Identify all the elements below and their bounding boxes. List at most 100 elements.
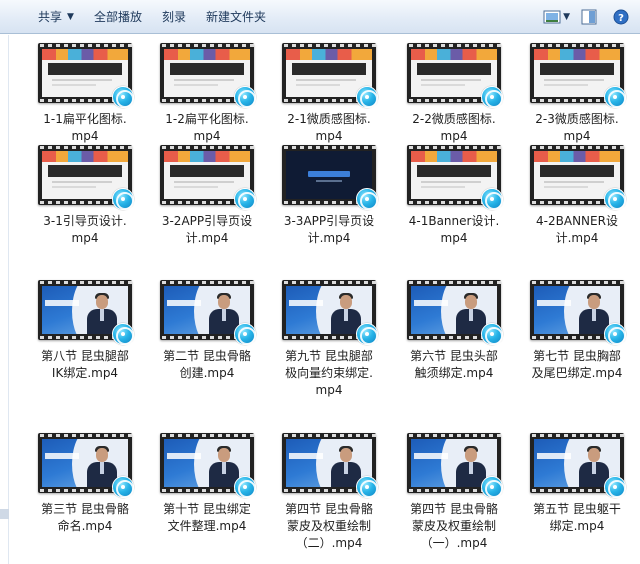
file-name: 第三节 昆虫骨骼 命名.mp4 bbox=[41, 502, 129, 533]
thumbnail-art bbox=[592, 309, 596, 321]
media-player-badge-icon bbox=[481, 476, 503, 498]
chevron-down-icon: ▼ bbox=[67, 11, 74, 22]
thumbnail-art bbox=[170, 63, 244, 75]
video-thumbnail bbox=[530, 43, 626, 108]
media-player-badge-icon bbox=[356, 86, 378, 108]
file-item[interactable]: 2-1微质感图标. mp4 bbox=[274, 43, 384, 145]
command-bar: 共享 ▼ 全部播放 刻录 新建文件夹 ▼ ? bbox=[0, 0, 640, 34]
file-item[interactable]: 1-2扁平化图标. mp4 bbox=[152, 43, 262, 145]
thumbnail-art bbox=[544, 186, 588, 188]
media-player-badge-icon bbox=[604, 476, 626, 498]
file-name: 3-1引导页设计. mp4 bbox=[43, 214, 127, 245]
video-thumbnail bbox=[530, 433, 626, 498]
media-player-badge-icon bbox=[112, 476, 134, 498]
thumbnail-art bbox=[411, 49, 497, 60]
video-thumbnail bbox=[38, 280, 134, 345]
thumbnail-art bbox=[289, 300, 323, 306]
video-thumbnail bbox=[530, 145, 626, 210]
media-player-badge-icon bbox=[234, 188, 256, 210]
file-item[interactable]: 4-1Banner设计. mp4 bbox=[399, 145, 509, 247]
media-player-badge-icon bbox=[481, 86, 503, 108]
svg-text:?: ? bbox=[618, 13, 624, 24]
share-button[interactable]: 共享 ▼ bbox=[28, 5, 84, 29]
thumbnail-art bbox=[52, 84, 96, 86]
file-item[interactable]: 3-3APP引导页设 计.mp4 bbox=[274, 145, 384, 247]
preview-pane-icon[interactable] bbox=[576, 5, 602, 29]
thumbnail-art bbox=[174, 181, 234, 183]
thumbnail-art bbox=[42, 49, 128, 60]
file-name: 2-1微质感图标. mp4 bbox=[287, 112, 371, 143]
thumbnail-art bbox=[340, 448, 352, 462]
thumbnail-art bbox=[421, 181, 481, 183]
file-name: 第四节 昆虫骨骼 蒙皮及权重绘制 （二）.mp4 bbox=[285, 502, 373, 550]
file-item[interactable]: 3-2APP引导页设 计.mp4 bbox=[152, 145, 262, 247]
thumbnail-art bbox=[544, 181, 604, 183]
chevron-down-icon[interactable]: ▼ bbox=[563, 12, 570, 22]
file-item[interactable]: 第五节 昆虫躯干 绑定.mp4 bbox=[522, 433, 632, 535]
file-item[interactable]: 第四节 昆虫骨骼 蒙皮及权重绘制 （一）.mp4 bbox=[399, 433, 509, 552]
navigation-pane[interactable] bbox=[0, 35, 9, 564]
thumbnail-art bbox=[344, 462, 348, 474]
media-player-badge-icon bbox=[356, 323, 378, 345]
file-grid: 1-1扁平化图标. mp4 1-2扁平化图标. mp4 2-1微质感图标. mp4 2… bbox=[10, 35, 640, 564]
video-thumbnail bbox=[282, 433, 378, 498]
file-item[interactable]: 第二节 昆虫骨骼 创建.mp4 bbox=[152, 280, 262, 382]
thumbnail-art bbox=[537, 453, 571, 459]
thumbnail-art bbox=[174, 186, 218, 188]
thumbnail-art bbox=[534, 49, 620, 60]
view-options-icon[interactable] bbox=[539, 5, 565, 29]
burn-button[interactable]: 刻录 bbox=[152, 5, 196, 29]
thumbnail-art bbox=[588, 448, 600, 462]
new-folder-button[interactable]: 新建文件夹 bbox=[196, 5, 276, 29]
video-thumbnail bbox=[160, 433, 256, 498]
file-item[interactable]: 第七节 昆虫胸部 及尾巴绑定.mp4 bbox=[522, 280, 632, 382]
file-name: 2-2微质感图标. mp4 bbox=[412, 112, 496, 143]
share-label: 共享 bbox=[38, 10, 63, 24]
file-name: 2-3微质感图标. mp4 bbox=[535, 112, 619, 143]
video-thumbnail bbox=[160, 145, 256, 210]
scroll-indicator[interactable] bbox=[0, 509, 9, 519]
file-item[interactable]: 2-3微质感图标. mp4 bbox=[522, 43, 632, 145]
thumbnail-art bbox=[469, 462, 473, 474]
file-name: 3-2APP引导页设 计.mp4 bbox=[161, 214, 253, 245]
thumbnail-art bbox=[218, 448, 230, 462]
burn-label: 刻录 bbox=[161, 10, 186, 24]
video-thumbnail bbox=[38, 145, 134, 210]
thumbnail-art bbox=[48, 63, 122, 75]
file-item[interactable]: 3-1引导页设计. mp4 bbox=[30, 145, 140, 247]
play-all-button[interactable]: 全部播放 bbox=[84, 5, 152, 29]
help-icon[interactable]: ? bbox=[608, 5, 634, 29]
thumbnail-art bbox=[164, 151, 250, 162]
file-item[interactable]: 第四节 昆虫骨骼 蒙皮及权重绘制 （二）.mp4 bbox=[274, 433, 384, 552]
file-item[interactable]: 第六节 昆虫头部 触须绑定.mp4 bbox=[399, 280, 509, 382]
file-item[interactable]: 1-1扁平化图标. mp4 bbox=[30, 43, 140, 145]
media-player-badge-icon bbox=[604, 188, 626, 210]
thumbnail-art bbox=[222, 309, 226, 321]
file-item[interactable]: 第九节 昆虫腿部 极向量约束绑定. mp4 bbox=[274, 280, 384, 399]
media-player-badge-icon bbox=[112, 86, 134, 108]
video-thumbnail bbox=[282, 43, 378, 108]
thumbnail-art bbox=[52, 186, 96, 188]
thumbnail-art bbox=[286, 49, 372, 60]
thumbnail-art bbox=[292, 63, 366, 75]
file-item[interactable]: 4-2BANNER设 计.mp4 bbox=[522, 145, 632, 247]
thumbnail-art bbox=[45, 300, 79, 306]
thumbnail-art bbox=[417, 165, 491, 177]
file-item[interactable]: 第八节 昆虫腿部 IK绑定.mp4 bbox=[30, 280, 140, 382]
file-item[interactable]: 2-2微质感图标. mp4 bbox=[399, 43, 509, 145]
thumbnail-art bbox=[174, 79, 234, 81]
view-controls: ▼ ? bbox=[533, 5, 634, 29]
file-name: 1-2扁平化图标. mp4 bbox=[165, 112, 249, 143]
new-folder-label: 新建文件夹 bbox=[205, 10, 266, 24]
file-item[interactable]: 第十节 昆虫绑定 文件整理.mp4 bbox=[152, 433, 262, 535]
video-thumbnail bbox=[160, 280, 256, 345]
thumbnail-art bbox=[465, 448, 477, 462]
thumbnail-art bbox=[421, 79, 481, 81]
file-name: 第二节 昆虫骨骼 创建.mp4 bbox=[163, 349, 251, 380]
media-player-badge-icon bbox=[234, 323, 256, 345]
thumbnail-art bbox=[52, 181, 112, 183]
file-item[interactable]: 第三节 昆虫骨骼 命名.mp4 bbox=[30, 433, 140, 535]
thumbnail-art bbox=[414, 453, 448, 459]
media-player-badge-icon bbox=[234, 476, 256, 498]
video-thumbnail bbox=[282, 280, 378, 345]
